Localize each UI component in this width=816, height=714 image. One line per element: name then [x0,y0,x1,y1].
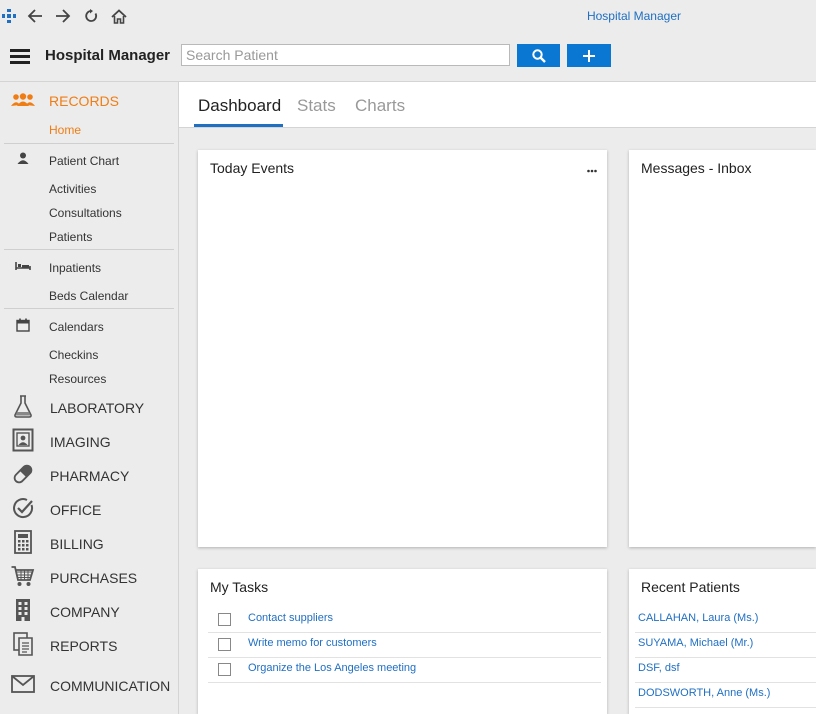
building-icon [10,598,36,622]
sidebar-item-company[interactable]: COMPANY [0,598,178,624]
sidebar-item-communication[interactable]: COMMUNICATION [0,672,178,698]
sidebar-item-pharmacy[interactable]: PHARMACY [0,462,178,488]
pill-icon [10,462,36,486]
sidebar-item-patient-chart[interactable]: Patient Chart [0,150,178,170]
panel-title: Messages - Inbox [641,160,752,176]
panel-title: Recent Patients [641,579,740,595]
sidebar-item-billing[interactable]: BILLING [0,530,178,556]
my-tasks-panel: My Tasks Contact suppliers Write memo fo… [198,569,607,714]
report-icon [10,632,36,656]
browser-bar: Hospital Manager [0,0,816,33]
sidebar-item-home[interactable]: Home [49,123,81,137]
sidebar-label-imaging: IMAGING [50,434,111,450]
sidebar-item-records[interactable]: RECORDS [0,90,178,110]
calendar-icon [10,313,36,337]
task-checkbox[interactable] [218,638,231,651]
task-link[interactable]: Write memo for customers [248,637,377,649]
search-input[interactable] [181,44,510,66]
active-tab-indicator [194,124,283,127]
sidebar-item-calendars[interactable]: Calendars [0,316,178,336]
sidebar-label-laboratory: LABORATORY [50,400,145,416]
list-item: SUYAMA, Michael (Mr.) [635,632,816,658]
more-options-icon[interactable] [587,160,597,178]
sidebar-item-reports[interactable]: REPORTS [0,632,178,658]
add-button[interactable] [567,44,611,67]
list-item: DSF, dsf [635,657,816,683]
task-row: Write memo for customers [208,632,601,658]
divider [4,308,174,309]
task-row: Organize the Los Angeles meeting [208,657,601,683]
tab-bar: Dashboard Stats Charts [179,82,816,128]
image-frame-icon [10,428,36,452]
divider [4,143,174,144]
reload-icon[interactable] [82,7,100,25]
today-events-panel: Today Events [198,150,607,547]
flask-icon [10,394,36,418]
checkmark-circle-icon [10,496,36,520]
tab-stats[interactable]: Stats [297,96,336,116]
plus-icon [583,49,595,62]
sidebar-item-purchases[interactable]: PURCHASES [0,564,178,590]
panel-title: Today Events [210,160,295,176]
list-item: DODSWORTH, Anne (Ms.) [635,682,816,708]
messages-inbox-panel: Messages - Inbox [629,150,816,547]
sidebar-label-inpatients: Inpatients [49,261,102,275]
sidebar: RECORDS Home Patient Chart Activities Co… [0,82,179,714]
app-name: Hospital Manager [45,47,171,64]
cart-icon [10,564,36,588]
menu-icon[interactable] [10,49,30,65]
sidebar-label-office: OFFICE [50,502,102,518]
task-link[interactable]: Organize the Los Angeles meeting [248,662,416,674]
sidebar-item-office[interactable]: OFFICE [0,496,178,522]
sidebar-label-calendars: Calendars [49,320,104,334]
panel-title: My Tasks [210,579,269,595]
home-icon[interactable] [110,7,128,25]
sidebar-label-purchases: PURCHASES [50,570,138,586]
sidebar-item-laboratory[interactable]: LABORATORY [0,394,178,420]
tab-dashboard[interactable]: Dashboard [198,96,281,116]
people-icon [10,88,36,112]
window-title: Hospital Manager [586,9,681,23]
bed-icon [10,254,36,278]
search-button[interactable] [517,44,560,67]
patient-link[interactable]: DODSWORTH, Anne (Ms.) [638,687,770,699]
sidebar-label-communication: COMMUNICATION [50,678,171,694]
sidebar-item-beds-calendar[interactable]: Beds Calendar [49,289,128,303]
app-logo-icon [0,7,18,25]
sidebar-item-resources[interactable]: Resources [49,372,106,386]
list-item: CALLAHAN, Laura (Ms.) [635,607,816,633]
main-content: Dashboard Stats Charts Today Events Mess… [179,82,816,714]
recent-patients-panel: Recent Patients CALLAHAN, Laura (Ms.) SU… [629,569,816,714]
sidebar-label-records: RECORDS [49,93,120,109]
sidebar-label-pharmacy: PHARMACY [50,468,130,484]
forward-arrow-icon[interactable] [54,7,72,25]
app-bar: Hospital Manager [0,33,816,82]
person-icon [10,146,36,170]
sidebar-item-activities[interactable]: Activities [49,182,96,196]
patient-link[interactable]: SUYAMA, Michael (Mr.) [638,637,753,649]
sidebar-label-reports: REPORTS [50,638,118,654]
patient-link[interactable]: DSF, dsf [638,662,680,674]
sidebar-item-patients[interactable]: Patients [49,230,92,244]
task-checkbox[interactable] [218,613,231,626]
sidebar-item-checkins[interactable]: Checkins [49,348,98,362]
mail-icon [10,672,36,696]
task-checkbox[interactable] [218,663,231,676]
sidebar-label-billing: BILLING [50,536,104,552]
sidebar-item-inpatients[interactable]: Inpatients [0,257,178,277]
sidebar-item-imaging[interactable]: IMAGING [0,428,178,454]
divider [4,249,174,250]
task-row: Contact suppliers [208,607,601,633]
patient-link[interactable]: CALLAHAN, Laura (Ms.) [638,612,758,624]
calculator-icon [10,530,36,554]
task-link[interactable]: Contact suppliers [248,612,333,624]
sidebar-label-patient-chart: Patient Chart [49,154,120,168]
tab-charts[interactable]: Charts [355,96,405,116]
search-icon [531,48,546,63]
sidebar-label-company: COMPANY [50,604,120,620]
sidebar-item-consultations[interactable]: Consultations [49,206,122,220]
back-arrow-icon[interactable] [26,7,44,25]
